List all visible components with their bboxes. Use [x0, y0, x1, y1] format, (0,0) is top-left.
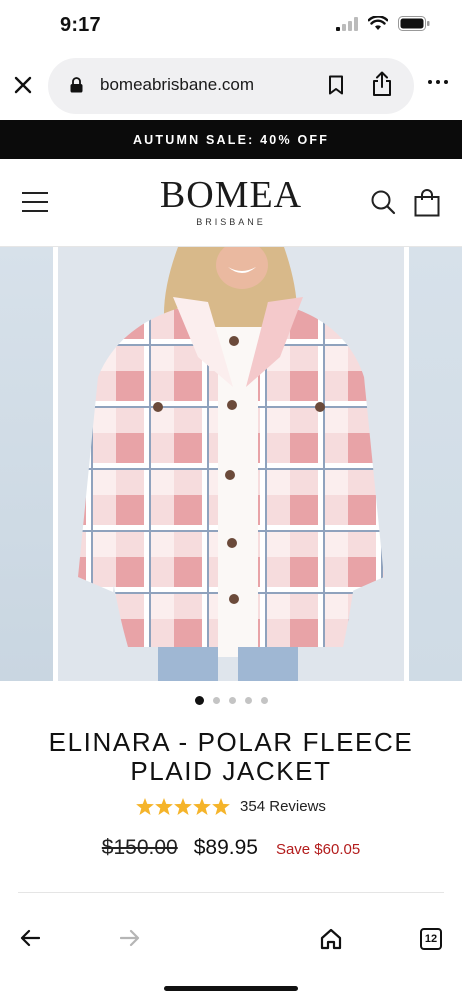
product-title-line2: PLAID JACKET — [130, 756, 332, 786]
bookmark-icon[interactable] — [328, 75, 344, 95]
gallery-next-slide[interactable] — [409, 247, 462, 681]
status-bar: 9:17 — [0, 0, 462, 56]
product-image[interactable] — [58, 247, 404, 681]
product-title-line1: ELINARA - POLAR FLEECE — [48, 727, 414, 757]
site-header: BOMEA BRISBANE — [0, 159, 462, 247]
gallery-dot[interactable] — [212, 697, 220, 704]
more-options-button[interactable] — [428, 80, 448, 84]
product-photo-illustration — [58, 247, 404, 681]
product-reviews[interactable]: 354 Reviews — [0, 798, 462, 815]
reviews-count[interactable]: 354 Reviews — [240, 798, 326, 815]
gallery-dot[interactable] — [260, 697, 268, 704]
address-bar[interactable]: bomeabrisbane.com — [48, 58, 414, 114]
home-icon[interactable] — [320, 928, 342, 950]
cart-bag-icon[interactable] — [414, 189, 440, 217]
status-icons — [336, 16, 430, 31]
star-icon — [193, 798, 211, 815]
product-gallery[interactable] — [0, 247, 462, 681]
original-price: $150.00 — [101, 836, 178, 859]
more-dot-icon — [444, 80, 448, 84]
gallery-dot[interactable] — [244, 697, 252, 704]
tabs-button[interactable]: 12 — [420, 928, 442, 950]
close-button[interactable] — [10, 72, 36, 98]
url-text: bomeabrisbane.com — [100, 75, 255, 94]
announcement-bar[interactable]: AUTUMN SALE: 40% OFF — [0, 120, 462, 159]
lock-icon — [70, 77, 83, 93]
browser-toolbar: 12 — [0, 905, 462, 1000]
star-icon — [174, 798, 192, 815]
gallery-dot[interactable] — [194, 696, 204, 705]
star-icon — [136, 798, 154, 815]
star-icon — [212, 798, 230, 815]
more-dot-icon — [436, 80, 440, 84]
tab-count: 12 — [424, 933, 438, 945]
gallery-dot[interactable] — [228, 697, 236, 704]
battery-icon — [398, 16, 430, 31]
share-icon[interactable] — [371, 71, 393, 97]
more-dot-icon — [428, 80, 432, 84]
browser-bar: bomeabrisbane.com — [0, 56, 462, 118]
sale-price: $89.95 — [193, 836, 258, 859]
savings-label: Save $60.05 — [275, 841, 361, 858]
gallery-dots — [0, 696, 462, 705]
logo-subtext: BRISBANE — [196, 217, 266, 227]
price-row: $150.00 $89.95 Save $60.05 — [0, 836, 462, 860]
back-arrow-icon[interactable] — [20, 929, 40, 947]
forward-arrow-icon[interactable] — [120, 929, 140, 947]
rating-stars — [136, 798, 230, 815]
gallery-prev-slide[interactable] — [0, 247, 53, 681]
signal-icon — [336, 16, 358, 31]
home-indicator — [164, 986, 298, 991]
close-icon — [14, 76, 32, 94]
star-icon — [155, 798, 173, 815]
product-title: ELINARA - POLAR FLEECE PLAID JACKET — [0, 728, 462, 786]
wifi-icon — [368, 16, 388, 30]
status-time: 9:17 — [60, 14, 101, 36]
divider — [18, 892, 444, 893]
search-icon[interactable] — [370, 189, 396, 215]
